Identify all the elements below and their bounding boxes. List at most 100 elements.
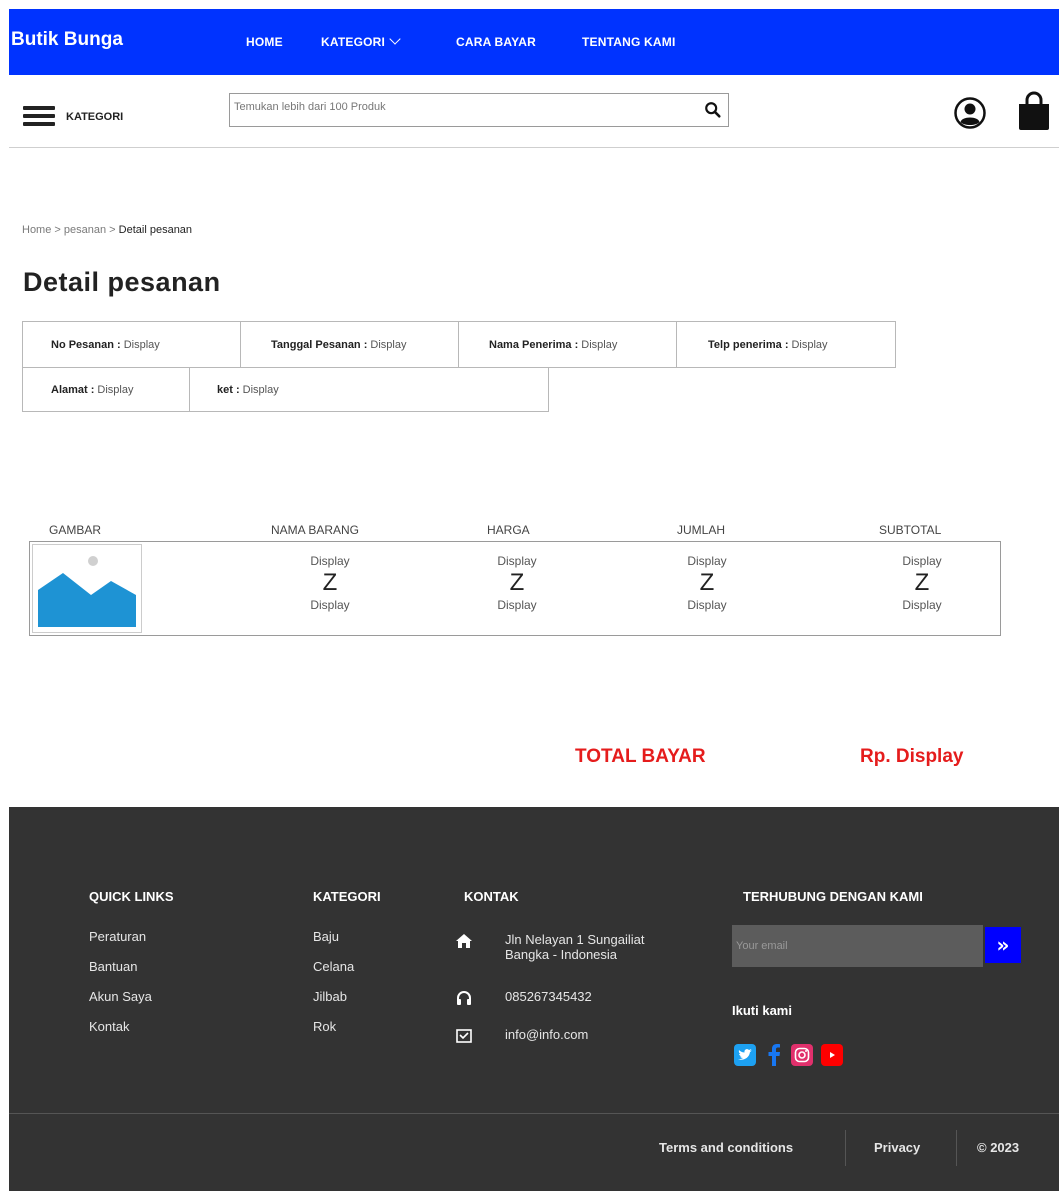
footer-separator bbox=[845, 1130, 846, 1166]
recipient-phone-field: Telp penerima : Display bbox=[676, 321, 896, 368]
product-row: Display Z Display Display Z Display Disp… bbox=[29, 541, 1001, 636]
order-number-field: No Pesanan : Display bbox=[22, 321, 241, 368]
field-label: Nama Penerima : bbox=[489, 338, 579, 351]
youtube-icon[interactable] bbox=[821, 1044, 843, 1066]
search-input[interactable] bbox=[232, 100, 676, 114]
product-subtotal-cell: Display Z Display bbox=[862, 554, 982, 612]
facebook-icon[interactable] bbox=[763, 1044, 785, 1066]
cell-sort-glyph: Z bbox=[509, 569, 525, 596]
search-icon[interactable] bbox=[704, 101, 722, 119]
newsletter-email-input[interactable] bbox=[732, 925, 983, 967]
newsletter-submit-button[interactable]: » bbox=[985, 927, 1021, 963]
page: Butik Bunga HOME KATEGORI CARA BAYAR TEN… bbox=[9, 9, 1059, 1191]
top-nav: Butik Bunga HOME KATEGORI CARA BAYAR TEN… bbox=[9, 9, 1059, 75]
order-date-field: Tanggal Pesanan : Display bbox=[240, 321, 459, 368]
field-value: Display bbox=[370, 338, 407, 351]
footer-kategori-title: KATEGORI bbox=[313, 889, 381, 904]
product-name-cell: Display Z Display bbox=[270, 554, 390, 612]
field-label: Telp penerima : bbox=[708, 338, 789, 351]
cell-text: Display bbox=[310, 598, 350, 612]
privacy-link[interactable]: Privacy bbox=[874, 1140, 920, 1155]
field-label: Alamat : bbox=[51, 383, 95, 396]
nav-tentang-kami[interactable]: TENTANG KAMI bbox=[582, 35, 676, 49]
menu-icon[interactable] bbox=[23, 106, 55, 126]
footer-link-rok[interactable]: Rok bbox=[313, 1019, 336, 1034]
address-line-2: Bangka - Indonesia bbox=[505, 947, 618, 962]
kategori-menu-label[interactable]: KATEGORI bbox=[66, 111, 123, 123]
page-title: Detail pesanan bbox=[23, 267, 221, 297]
breadcrumb: Home > pesanan > Detail pesanan bbox=[22, 224, 192, 236]
footer-link-akun-saya[interactable]: Akun Saya bbox=[89, 989, 152, 1004]
product-price-cell: Display Z Display bbox=[457, 554, 577, 612]
nav-kategori[interactable]: KATEGORI bbox=[321, 33, 401, 49]
brand-logo[interactable]: Butik Bunga bbox=[11, 29, 123, 51]
footer-link-jilbab[interactable]: Jilbab bbox=[313, 989, 347, 1004]
instagram-icon[interactable] bbox=[791, 1044, 813, 1066]
product-quantity-cell: Display Z Display bbox=[647, 554, 767, 612]
footer-link-bantuan[interactable]: Bantuan bbox=[89, 959, 137, 974]
product-image bbox=[32, 544, 142, 633]
field-value: Display bbox=[97, 383, 134, 396]
mail-icon bbox=[456, 1029, 472, 1043]
total-label: TOTAL BAYAR bbox=[575, 746, 706, 767]
user-icon[interactable] bbox=[954, 97, 986, 129]
headphones-icon bbox=[457, 991, 471, 1005]
field-value: Display bbox=[242, 383, 279, 396]
cell-text: Display bbox=[497, 598, 537, 612]
cell-text: Display bbox=[310, 554, 350, 568]
column-header-nama-barang: NAMA BARANG bbox=[271, 523, 360, 537]
breadcrumb-separator: > bbox=[51, 224, 64, 236]
total-value: Rp. Display bbox=[860, 746, 964, 767]
cell-text: Display bbox=[902, 598, 942, 612]
field-value: Display bbox=[581, 338, 618, 351]
footer-kontak-title: KONTAK bbox=[464, 889, 519, 904]
field-label: No Pesanan : bbox=[51, 338, 121, 351]
breadcrumb-current: Detail pesanan bbox=[118, 224, 193, 236]
field-value: Display bbox=[123, 338, 160, 351]
address-line-1: Jln Nelayan 1 Sungailiat bbox=[505, 932, 645, 947]
home-icon bbox=[456, 934, 472, 948]
field-label: ket : bbox=[217, 383, 240, 396]
field-value: Display bbox=[791, 338, 828, 351]
breadcrumb-pesanan[interactable]: pesanan bbox=[64, 224, 106, 236]
address-field: Alamat : Display bbox=[22, 367, 190, 412]
shopping-bag-icon[interactable] bbox=[1017, 91, 1051, 131]
nav-home[interactable]: HOME bbox=[246, 35, 283, 49]
footer: QUICK LINKS Peraturan Bantuan Akun Saya … bbox=[9, 807, 1059, 1191]
toolbar: KATEGORI bbox=[9, 75, 1059, 148]
footer-divider bbox=[9, 1113, 1059, 1114]
cell-sort-glyph: Z bbox=[322, 569, 338, 596]
column-header-harga: HARGA bbox=[487, 523, 530, 537]
cell-text: Display bbox=[687, 598, 727, 612]
terms-link[interactable]: Terms and conditions bbox=[659, 1140, 793, 1155]
contact-phone-text[interactable]: 085267345432 bbox=[505, 989, 705, 1004]
breadcrumb-home[interactable]: Home bbox=[22, 224, 51, 236]
cell-text: Display bbox=[687, 554, 727, 568]
footer-link-celana[interactable]: Celana bbox=[313, 959, 354, 974]
cell-text: Display bbox=[497, 554, 537, 568]
footer-separator bbox=[956, 1130, 957, 1166]
nav-kategori-label: KATEGORI bbox=[321, 35, 386, 49]
column-header-jumlah: JUMLAH bbox=[677, 523, 726, 537]
newsletter-form: » bbox=[732, 925, 1029, 967]
search-box bbox=[229, 93, 729, 127]
footer-link-kontak[interactable]: Kontak bbox=[89, 1019, 129, 1034]
recipient-name-field: Nama Penerima : Display bbox=[458, 321, 677, 368]
twitter-icon[interactable] bbox=[734, 1044, 756, 1066]
follow-us-label: Ikuti kami bbox=[732, 1003, 792, 1018]
image-placeholder-icon bbox=[38, 550, 136, 627]
footer-connect-title: TERHUBUNG DENGAN KAMI bbox=[743, 889, 923, 904]
column-header-gambar: GAMBAR bbox=[49, 523, 102, 537]
footer-link-peraturan[interactable]: Peraturan bbox=[89, 929, 146, 944]
cell-text: Display bbox=[902, 554, 942, 568]
breadcrumb-separator: > bbox=[106, 224, 119, 236]
column-header-subtotal: SUBTOTAL bbox=[879, 523, 942, 537]
contact-email-text[interactable]: info@info.com bbox=[505, 1027, 705, 1042]
footer-quick-links-title: QUICK LINKS bbox=[89, 889, 174, 904]
note-field: ket : Display bbox=[189, 367, 549, 412]
footer-link-baju[interactable]: Baju bbox=[313, 929, 339, 944]
nav-cara-bayar[interactable]: CARA BAYAR bbox=[456, 35, 536, 49]
field-label: Tanggal Pesanan : bbox=[271, 338, 368, 351]
chevron-down-icon bbox=[389, 33, 401, 45]
copyright: © 2023 bbox=[977, 1140, 1020, 1155]
